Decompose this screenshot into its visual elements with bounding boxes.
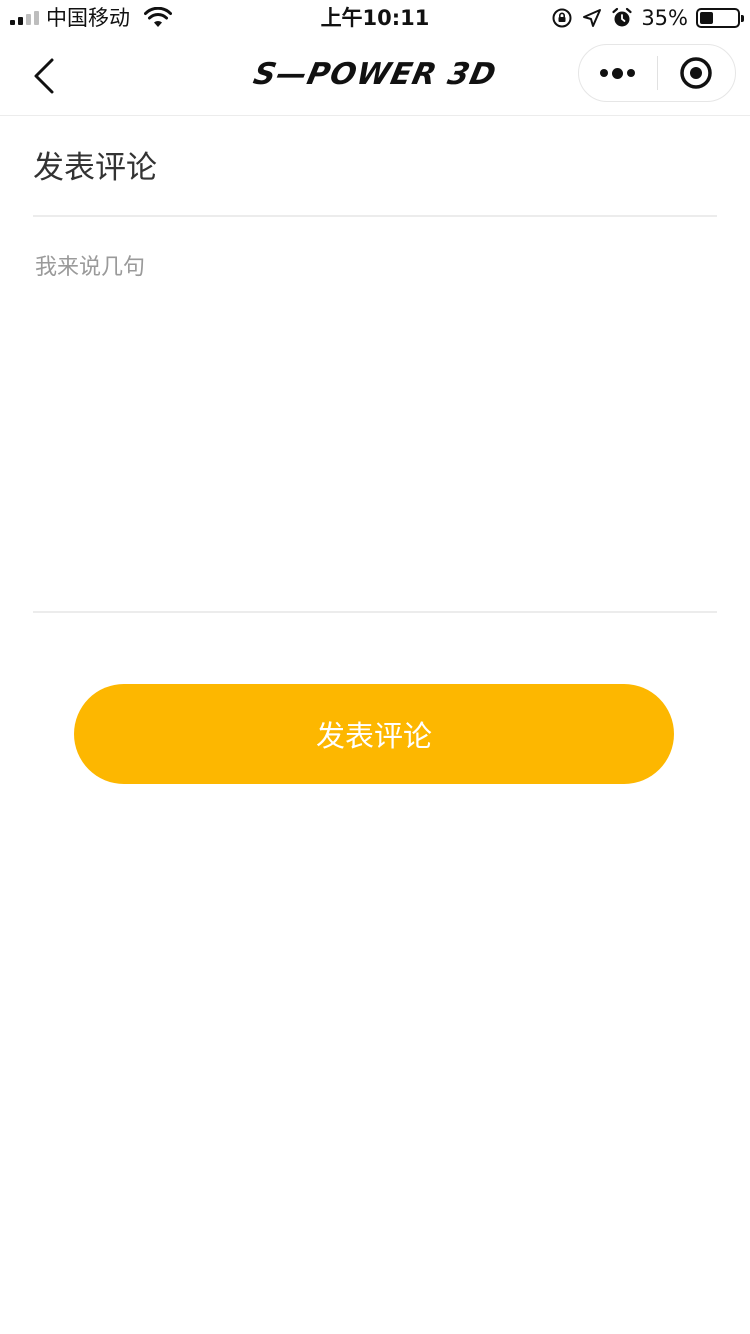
close-mini-program-button[interactable] xyxy=(658,45,736,101)
more-dots-icon xyxy=(600,67,636,79)
target-circle-icon xyxy=(680,57,712,89)
more-button[interactable] xyxy=(579,45,657,101)
battery-percent: 35% xyxy=(641,6,688,30)
comment-textarea[interactable] xyxy=(33,240,717,600)
location-arrow-icon xyxy=(583,9,602,27)
status-right: 35% xyxy=(551,5,744,31)
title-divider xyxy=(33,215,717,217)
navigation-bar: S—POWER 3D xyxy=(0,40,750,116)
alarm-icon xyxy=(612,7,632,27)
orientation-lock-icon xyxy=(552,8,572,28)
submit-comment-button[interactable]: 发表评论 xyxy=(74,684,674,784)
textarea-divider xyxy=(33,611,717,613)
mini-program-capsule xyxy=(578,44,736,102)
status-bar: 中国移动 上午10:11 35% xyxy=(0,0,750,40)
page-title: 发表评论 xyxy=(33,150,157,186)
battery-icon xyxy=(696,8,744,28)
battery-level-fill xyxy=(700,12,713,24)
